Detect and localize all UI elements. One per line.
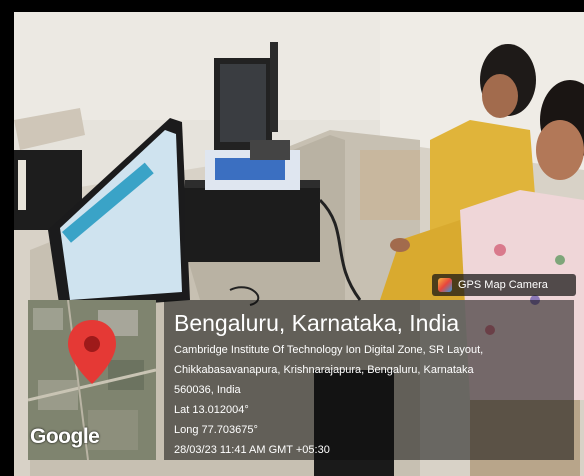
address-line-1: Cambridge Institute Of Technology Ion Di… <box>174 344 484 356</box>
datetime: 28/03/23 11:41 AM GMT +05:30 <box>174 444 330 456</box>
top-border <box>0 0 584 12</box>
location-title: Bengaluru, Karnataka, India <box>174 310 460 336</box>
address-line-3: 560036, India <box>174 384 241 396</box>
badge-label: GPS Map Camera <box>458 279 548 291</box>
longitude: Long 77.703675° <box>174 424 258 436</box>
address-line-2: Chikkabasavanapura, Krishnarajapura, Ben… <box>174 364 474 376</box>
gps-map-camera-badge: GPS Map Camera <box>432 274 576 296</box>
photo-frame: GPS Map Camera Google Bengaluru, Karnata… <box>0 0 584 476</box>
location-info-panel: Bengaluru, Karnataka, India Cambridge In… <box>164 300 574 460</box>
gps-map-camera-icon <box>438 278 452 292</box>
left-border <box>0 0 14 476</box>
google-watermark: Google <box>30 425 100 448</box>
latitude: Lat 13.012004° <box>174 404 249 416</box>
